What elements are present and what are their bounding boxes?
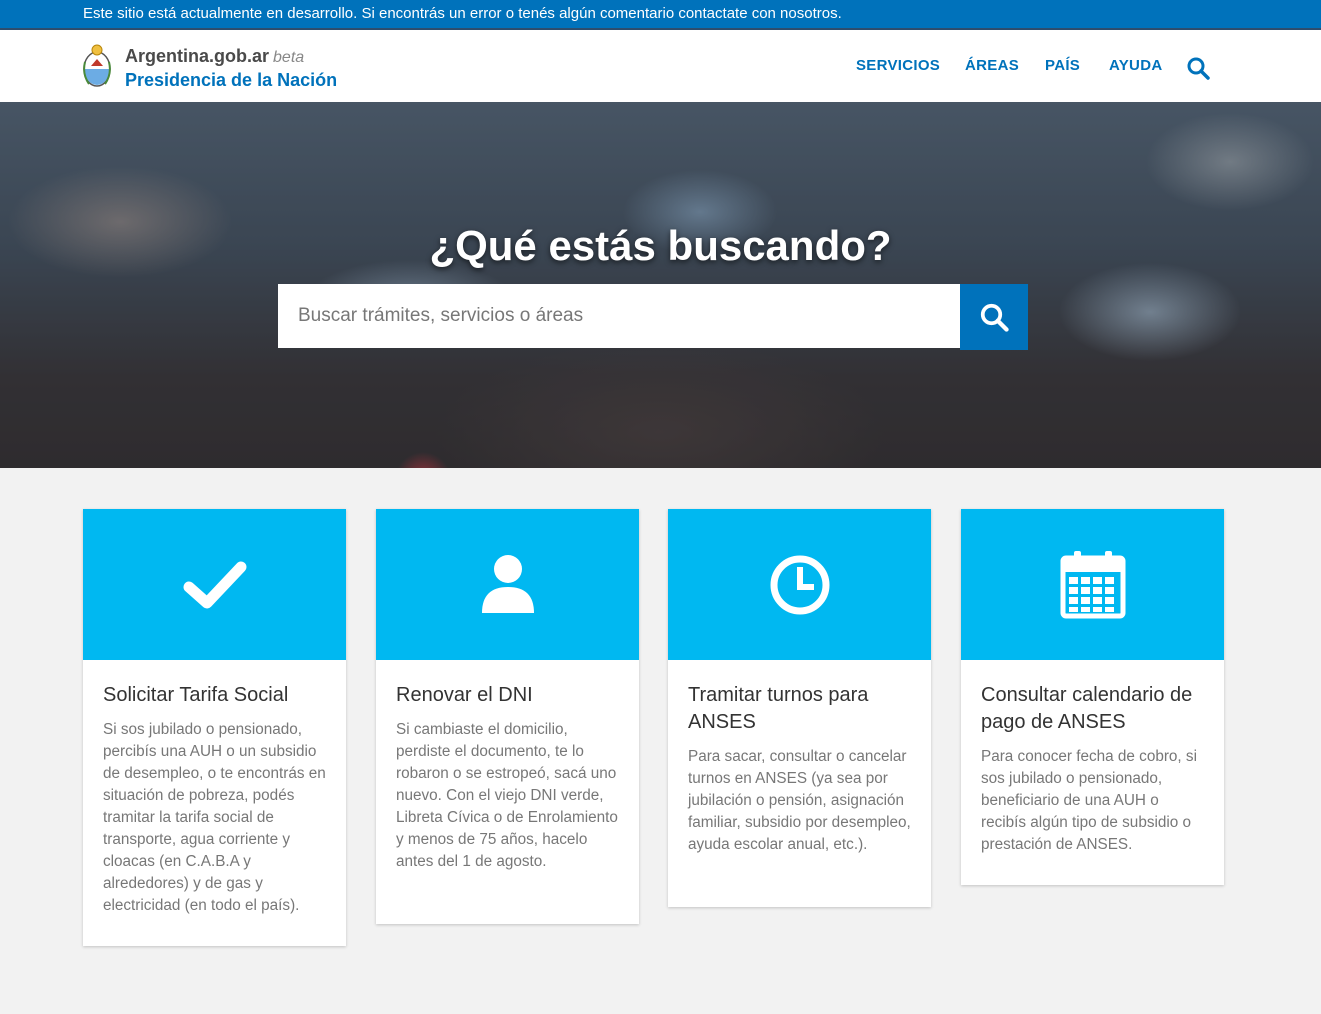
- hero-banner: ¿Qué estás buscando?: [0, 102, 1321, 468]
- clock-icon: [770, 555, 829, 614]
- card-title[interactable]: Renovar el DNI: [396, 682, 619, 709]
- card-text: Si cambiaste el domicilio, perdiste el d…: [396, 721, 618, 870]
- calendar-icon: [1060, 550, 1125, 618]
- card-icon-area: [961, 509, 1224, 660]
- card-title[interactable]: Tramitar turnos para ANSES: [688, 682, 911, 736]
- nav-servicios[interactable]: SERVICIOS: [856, 57, 940, 74]
- user-icon: [481, 554, 534, 613]
- card-text: Para sacar, consultar o cancelar turnos …: [688, 748, 911, 853]
- card-icon-area: [668, 509, 931, 660]
- brand[interactable]: Argentina.gob.ar beta Presidencia de la N…: [125, 46, 337, 92]
- card-icon-area: [376, 509, 639, 660]
- card-title[interactable]: Consultar calendario de pago de ANSES: [981, 682, 1204, 736]
- coat-of-arms-logo[interactable]: [82, 42, 112, 90]
- card-renovar-dni[interactable]: Renovar el DNI Si cambiaste el domicilio…: [376, 509, 639, 924]
- card-text: Si sos jubilado o pensionado, percibís u…: [103, 721, 326, 914]
- search-icon[interactable]: [1186, 56, 1210, 80]
- site-header: Argentina.gob.ar beta Presidencia de la N…: [0, 30, 1321, 102]
- card-tarifa-social[interactable]: Solicitar Tarifa Social Si sos jubilado …: [83, 509, 346, 946]
- dev-notice-banner: Este sitio está actualmente en desarroll…: [0, 0, 1321, 30]
- card-calendario-anses[interactable]: Consultar calendario de pago de ANSES Pa…: [961, 509, 1224, 885]
- org-name: Presidencia de la Nación: [125, 70, 338, 90]
- site-name: Argentina.gob.ar: [125, 46, 270, 66]
- search-icon: [980, 303, 1009, 332]
- checkmark-icon: [183, 561, 246, 608]
- search-input[interactable]: [278, 284, 960, 348]
- card-text: Para conocer fecha de cobro, si sos jubi…: [981, 748, 1197, 853]
- nav-areas[interactable]: ÁREAS: [965, 57, 1019, 74]
- beta-label: beta: [273, 49, 305, 66]
- hero-title: ¿Qué estás buscando?: [429, 222, 892, 269]
- card-title[interactable]: Solicitar Tarifa Social: [103, 682, 326, 709]
- card-icon-area: [83, 509, 346, 660]
- dev-notice-text: Este sitio está actualmente en desarroll…: [83, 5, 842, 22]
- card-turnos-anses[interactable]: Tramitar turnos para ANSES Para sacar, c…: [668, 509, 931, 907]
- nav-ayuda[interactable]: AYUDA: [1109, 57, 1162, 74]
- nav-pais[interactable]: PAÍS: [1045, 57, 1080, 74]
- search-button[interactable]: [960, 284, 1028, 350]
